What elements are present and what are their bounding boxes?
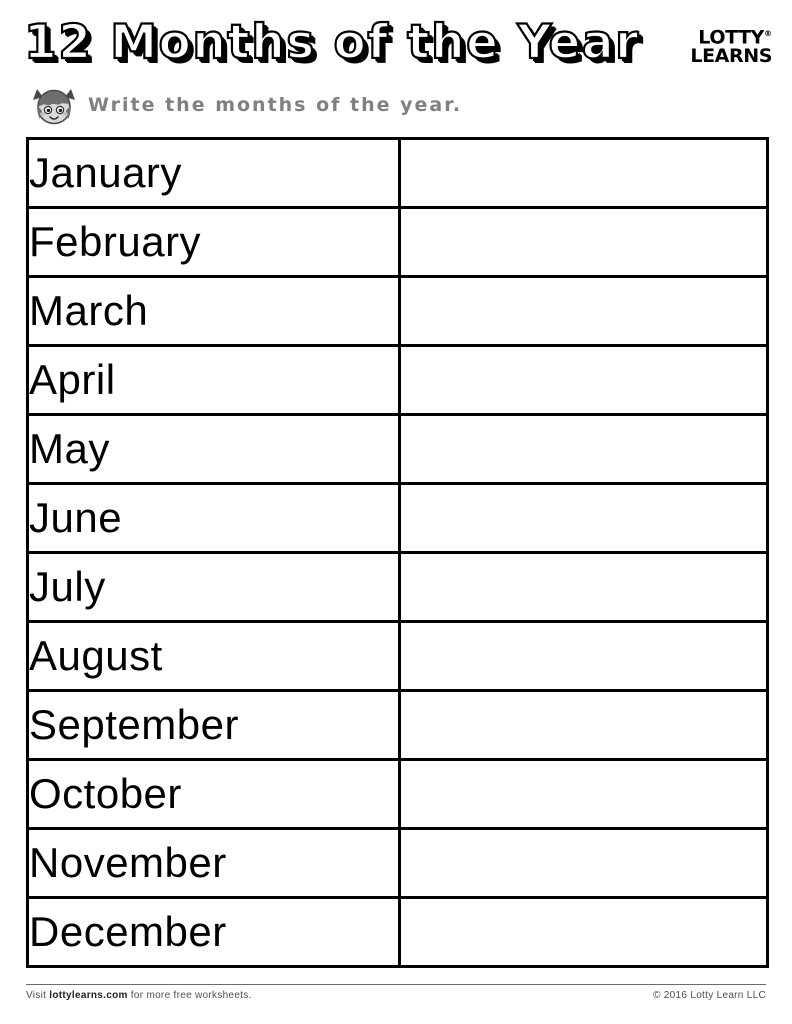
month-label: August xyxy=(29,632,163,679)
table-row: February xyxy=(26,206,769,278)
month-cell: July xyxy=(26,551,401,623)
month-label: June xyxy=(29,494,123,541)
table-row: August xyxy=(26,620,769,692)
table-row: January xyxy=(26,137,769,209)
month-cell: August xyxy=(26,620,401,692)
answer-cell[interactable] xyxy=(398,137,769,209)
table-row: July xyxy=(26,551,769,623)
month-label: January xyxy=(29,149,182,196)
months-table-body: January February March April May June Ju… xyxy=(26,137,769,968)
answer-cell[interactable] xyxy=(398,620,769,692)
month-label: May xyxy=(29,425,110,472)
table-row: April xyxy=(26,344,769,416)
page-title: 12 Months of the Year xyxy=(23,15,640,70)
month-label: February xyxy=(29,218,202,265)
table-row: May xyxy=(26,413,769,485)
brand-logo-line-2: LEARNS xyxy=(690,45,772,68)
trademark-icon: ® xyxy=(764,29,772,38)
month-label: December xyxy=(29,908,227,955)
month-cell: May xyxy=(26,413,401,485)
answer-cell[interactable] xyxy=(398,827,769,899)
footer-divider xyxy=(26,984,766,985)
table-row: December xyxy=(26,896,769,968)
answer-cell[interactable] xyxy=(398,758,769,830)
month-label: July xyxy=(29,563,106,610)
answer-cell[interactable] xyxy=(398,206,769,278)
month-label: April xyxy=(29,356,116,403)
page-footer: Visit lottylearns.com for more free work… xyxy=(26,990,766,1001)
month-cell: June xyxy=(26,482,401,554)
footer-visit-text: Visit lottylearns.com for more free work… xyxy=(26,990,252,1001)
month-cell: March xyxy=(26,275,401,347)
footer-visit-prefix: Visit xyxy=(26,990,50,1001)
month-cell: November xyxy=(26,827,401,899)
month-cell: December xyxy=(26,896,401,968)
month-label: October xyxy=(29,770,182,817)
worksheet-page: 12 Months of the Year LOTTY® LEARNS Writ… xyxy=(0,0,792,1024)
answer-cell[interactable] xyxy=(398,413,769,485)
answer-cell[interactable] xyxy=(398,551,769,623)
brand-logo: LOTTY® LEARNS xyxy=(677,24,772,66)
footer-copyright: © 2016 Lotty Learn LLC xyxy=(653,990,766,1001)
month-label: March xyxy=(29,287,149,334)
answer-cell[interactable] xyxy=(398,689,769,761)
girl-face-icon xyxy=(33,89,75,125)
answer-cell[interactable] xyxy=(398,275,769,347)
instruction-row: Write the months of the year. xyxy=(30,82,462,128)
table-row: October xyxy=(26,758,769,830)
answer-cell[interactable] xyxy=(398,344,769,416)
answer-cell[interactable] xyxy=(398,482,769,554)
month-label: September xyxy=(29,701,239,748)
brand-logo-line-1: LOTTY® xyxy=(698,26,772,49)
month-label: November xyxy=(29,839,227,886)
instruction-text: Write the months of the year. xyxy=(88,94,463,116)
table-row: September xyxy=(26,689,769,761)
footer-site-link[interactable]: lottylearns.com xyxy=(49,990,127,1001)
month-cell: September xyxy=(26,689,401,761)
month-cell: October xyxy=(26,758,401,830)
table-row: March xyxy=(26,275,769,347)
month-cell: April xyxy=(26,344,401,416)
months-table: January February March April May June Ju… xyxy=(26,137,769,968)
answer-cell[interactable] xyxy=(398,896,769,968)
table-row: November xyxy=(26,827,769,899)
table-row: June xyxy=(26,482,769,554)
month-cell: January xyxy=(26,137,401,209)
month-cell: February xyxy=(26,206,401,278)
footer-visit-suffix: for more free worksheets. xyxy=(127,990,252,1001)
